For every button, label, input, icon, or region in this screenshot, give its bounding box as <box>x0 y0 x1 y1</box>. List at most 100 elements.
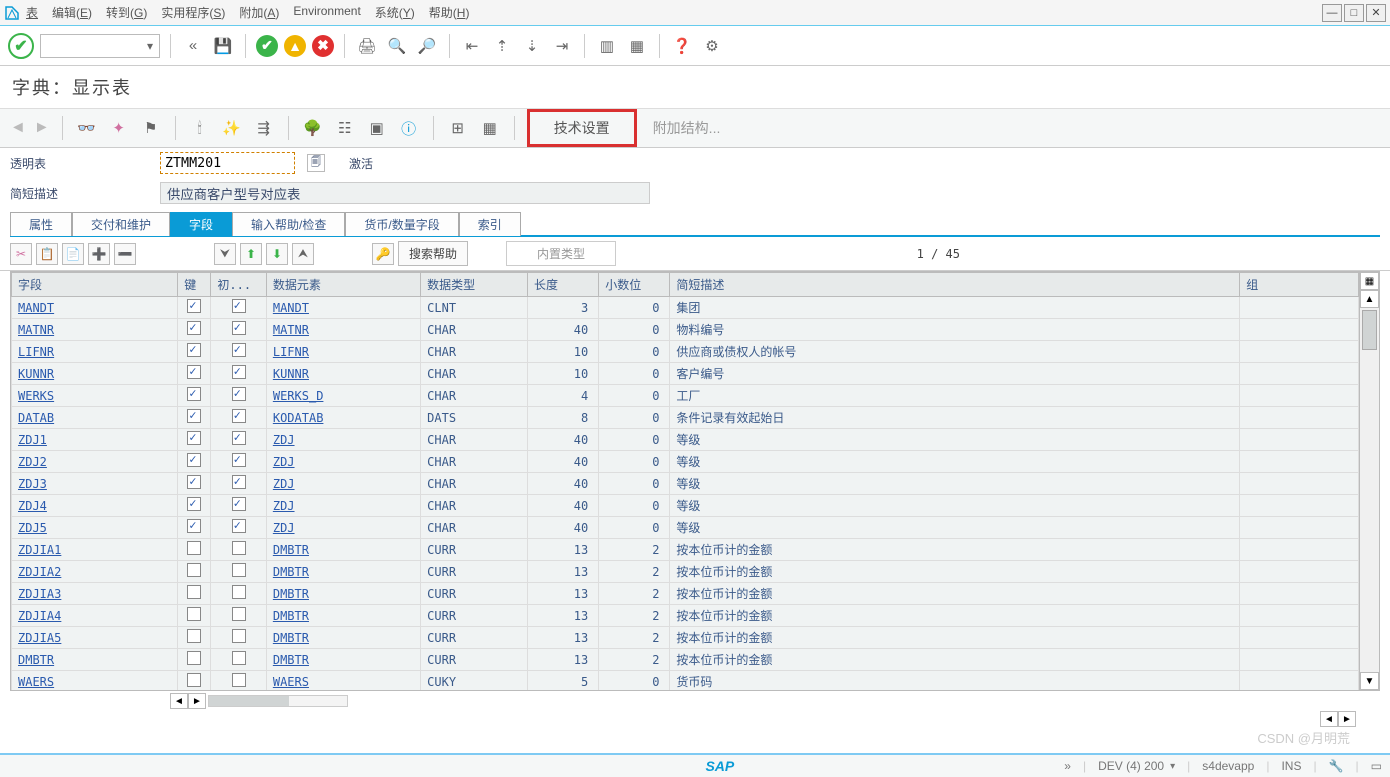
nav-fwd-icon[interactable]: ► <box>34 119 50 137</box>
page-first-icon[interactable]: ⇤ <box>460 34 484 58</box>
key-checkbox[interactable] <box>187 453 201 467</box>
data-element-link[interactable]: WAERS <box>273 675 309 689</box>
menu-item[interactable]: 编辑(E) <box>52 4 92 21</box>
init-checkbox[interactable] <box>232 453 246 467</box>
field-link[interactable]: ZDJIA5 <box>18 631 61 645</box>
short-desc-field[interactable] <box>160 182 650 204</box>
table-row[interactable]: ZDJIA1DMBTRCURR132按本位币计的金额 <box>12 539 1359 561</box>
builtin-type-button[interactable]: 内置类型 <box>506 241 616 266</box>
nav-back-icon[interactable]: ◄ <box>10 119 26 137</box>
menu-item[interactable]: 帮助(H) <box>429 4 470 21</box>
maximize-button[interactable]: □ <box>1344 4 1364 22</box>
config-icon[interactable]: ▭ <box>1371 759 1382 773</box>
minimize-button[interactable]: — <box>1322 4 1342 22</box>
search-help-button[interactable]: 搜索帮助 <box>398 241 468 266</box>
init-checkbox[interactable] <box>232 519 246 533</box>
key-checkbox[interactable] <box>187 431 201 445</box>
table-row[interactable]: ZDJ2ZDJCHAR400等级 <box>12 451 1359 473</box>
key-checkbox[interactable] <box>187 651 201 665</box>
key-checkbox[interactable] <box>187 607 201 621</box>
customize-icon[interactable]: ⚙ <box>700 34 724 58</box>
field-link[interactable]: DATAB <box>18 411 54 425</box>
data-element-link[interactable]: LIFNR <box>273 345 309 359</box>
collapse-icon[interactable]: ⬆ <box>240 243 262 265</box>
col-header[interactable]: 初... <box>211 273 266 297</box>
close-button[interactable]: ✕ <box>1366 4 1386 22</box>
key-checkbox[interactable] <box>187 629 201 643</box>
data-element-link[interactable]: DMBTR <box>273 587 309 601</box>
field-link[interactable]: ZDJ5 <box>18 521 47 535</box>
field-link[interactable]: WAERS <box>18 675 54 689</box>
data-element-link[interactable]: MANDT <box>273 301 309 315</box>
data-element-link[interactable]: ZDJ <box>273 433 295 447</box>
key-checkbox[interactable] <box>187 585 201 599</box>
table-row[interactable]: ZDJIA3DMBTRCURR132按本位币计的金额 <box>12 583 1359 605</box>
graphic-icon[interactable]: ▣ <box>365 116 389 140</box>
field-link[interactable]: ZDJ3 <box>18 477 47 491</box>
field-link[interactable]: DMBTR <box>18 653 54 667</box>
table-row[interactable]: ZDJ5ZDJCHAR400等级 <box>12 517 1359 539</box>
init-checkbox[interactable] <box>232 343 246 357</box>
data-element-link[interactable]: ZDJ <box>273 477 295 491</box>
col-header[interactable]: 数据元素 <box>266 273 420 297</box>
data-element-link[interactable]: KODATAB <box>273 411 324 425</box>
key-checkbox[interactable] <box>187 497 201 511</box>
field-link[interactable]: LIFNR <box>18 345 54 359</box>
init-checkbox[interactable] <box>232 409 246 423</box>
scroll-up-icon[interactable]: ▲ <box>1360 290 1379 308</box>
key-checkbox[interactable] <box>187 387 201 401</box>
data-element-link[interactable]: ZDJ <box>273 455 295 469</box>
tab-2[interactable]: 字段 <box>170 212 232 236</box>
save-icon[interactable]: 💾 <box>211 34 235 58</box>
key-checkbox[interactable] <box>187 519 201 533</box>
table-row[interactable]: ZDJIA5DMBTRCURR132按本位币计的金额 <box>12 627 1359 649</box>
page-last-icon[interactable]: ⇥ <box>550 34 574 58</box>
field-link[interactable]: KUNNR <box>18 367 54 381</box>
field-link[interactable]: WERKS <box>18 389 54 403</box>
find-next-icon[interactable]: 🔎 <box>415 34 439 58</box>
table-row[interactable]: MANDTMANDTCLNT30集团 <box>12 297 1359 319</box>
first-page-icon[interactable]: « <box>181 34 205 58</box>
data-element-link[interactable]: DMBTR <box>273 543 309 557</box>
init-checkbox[interactable] <box>232 563 246 577</box>
data-element-link[interactable]: DMBTR <box>273 609 309 623</box>
init-checkbox[interactable] <box>232 431 246 445</box>
scroll-down-icon[interactable]: ▼ <box>1360 672 1379 690</box>
table-row[interactable]: WAERSWAERSCUKY50货币码 <box>12 671 1359 691</box>
init-checkbox[interactable] <box>232 321 246 335</box>
key-checkbox[interactable] <box>187 365 201 379</box>
data-element-link[interactable]: ZDJ <box>273 499 295 513</box>
page-down-icon[interactable]: ⇣ <box>520 34 544 58</box>
field-column-scrollbar[interactable]: ◄► <box>170 693 350 709</box>
key-checkbox[interactable] <box>187 673 201 687</box>
page-up-icon[interactable]: ⇡ <box>490 34 514 58</box>
init-checkbox[interactable] <box>232 387 246 401</box>
col-header[interactable]: 小数位 <box>599 273 670 297</box>
tab-0[interactable]: 属性 <box>10 212 72 236</box>
contents-icon[interactable]: ⊞ <box>446 116 470 140</box>
menu-item[interactable]: 系统(Y) <box>375 4 415 21</box>
data-element-link[interactable]: ZDJ <box>273 521 295 535</box>
key-checkbox[interactable] <box>187 475 201 489</box>
col-header[interactable]: 简短描述 <box>670 273 1240 297</box>
f4-help-icon[interactable]: 🗐 <box>307 154 325 172</box>
menu-item[interactable]: 实用程序(S) <box>161 4 225 21</box>
vertical-scrollbar[interactable]: ▦ ▲ ▼ <box>1359 272 1379 690</box>
menu-item[interactable]: 附加(A) <box>239 4 279 21</box>
field-link[interactable]: ZDJ1 <box>18 433 47 447</box>
table-row[interactable]: ZDJIA2DMBTRCURR132按本位币计的金额 <box>12 561 1359 583</box>
field-link[interactable]: ZDJIA4 <box>18 609 61 623</box>
settings-icon[interactable]: ▦ <box>1360 272 1379 290</box>
table-name-field[interactable] <box>160 152 295 174</box>
delete-row-icon[interactable]: ➖ <box>114 243 136 265</box>
shortcut-icon[interactable]: ▦ <box>625 34 649 58</box>
key-checkbox[interactable] <box>187 409 201 423</box>
info-icon[interactable]: ⓘ <box>397 116 421 140</box>
table-row[interactable]: WERKSWERKS_DCHAR40工厂 <box>12 385 1359 407</box>
field-link[interactable]: ZDJ2 <box>18 455 47 469</box>
command-field[interactable] <box>40 34 160 58</box>
find-icon[interactable]: 🔍 <box>385 34 409 58</box>
data-element-link[interactable]: MATNR <box>273 323 309 337</box>
field-link[interactable]: MANDT <box>18 301 54 315</box>
key-checkbox[interactable] <box>187 321 201 335</box>
